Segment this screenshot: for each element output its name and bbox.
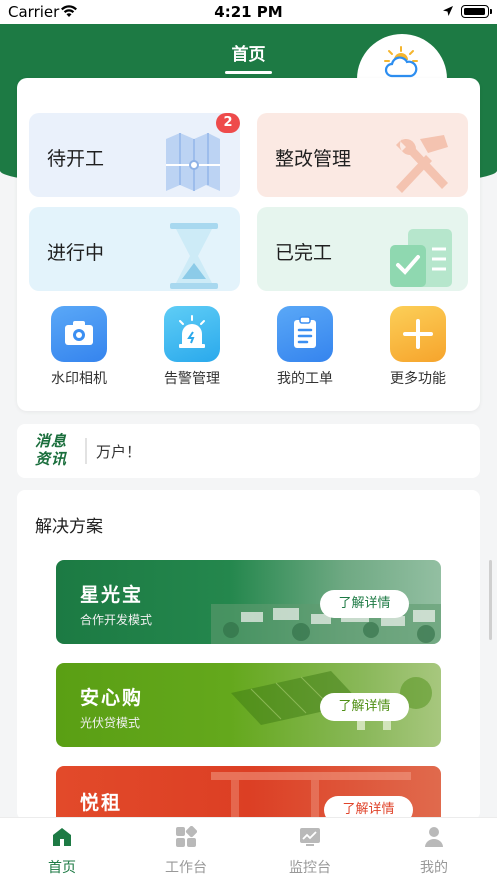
banner-title: 安心购: [80, 687, 144, 709]
scroll-indicator[interactable]: [489, 560, 492, 640]
quick-action-my-work-orders[interactable]: 我的工单: [255, 306, 355, 388]
divider: [85, 438, 87, 464]
pending-count-badge: 2: [216, 113, 240, 133]
news-bar[interactable]: 消息 资讯 万户！: [17, 424, 480, 478]
tab-monitor[interactable]: 监控台: [248, 818, 372, 883]
wrench-hammer-icon: [396, 135, 448, 193]
dashboard-card: 待开工 2 整改管理 进行中 已完工 水印相机 告警管理 我的工单 更多功能: [17, 78, 480, 411]
user-icon: [425, 827, 443, 847]
tab-label: 工作台: [165, 860, 207, 876]
camera-icon: [51, 306, 107, 362]
quick-action-label: 我的工单: [277, 371, 333, 387]
quick-action-label: 水印相机: [51, 371, 107, 387]
tile-completed[interactable]: 已完工: [257, 207, 468, 291]
blueprint-icon: [166, 133, 220, 191]
tab-mine[interactable]: 我的: [372, 818, 496, 883]
tile-rectification[interactable]: 整改管理: [257, 113, 468, 197]
section-title: 解决方案: [35, 517, 103, 537]
apps-icon: [176, 826, 197, 847]
quick-action-label: 告警管理: [164, 371, 220, 387]
title-underline: [225, 71, 272, 74]
tab-label: 首页: [48, 860, 76, 876]
tab-label: 我的: [420, 860, 448, 876]
solution-banner-xingguangbao[interactable]: 星光宝 合作开发模式 了解详情: [56, 560, 441, 644]
tab-bar: 首页 工作台 监控台 我的: [0, 817, 497, 883]
hourglass-icon: [170, 223, 218, 289]
location-arrow-icon: [443, 6, 453, 16]
tile-pending-start[interactable]: 待开工 2: [29, 113, 240, 197]
tab-label: 监控台: [289, 860, 331, 876]
tile-label: 进行中: [47, 242, 105, 264]
battery-icon: [461, 5, 492, 18]
plus-icon: [390, 306, 446, 362]
tile-label: 已完工: [275, 242, 333, 264]
news-logo: 消息 资讯: [35, 432, 77, 468]
learn-more-button[interactable]: 了解详情: [320, 590, 409, 618]
quick-action-label: 更多功能: [390, 371, 446, 387]
learn-more-button[interactable]: 了解详情: [320, 693, 409, 721]
tab-home[interactable]: 首页: [0, 818, 124, 883]
solution-banner-yuezu[interactable]: 悦租 了解详情: [56, 766, 441, 820]
banner-title: 星光宝: [80, 584, 144, 606]
banner-title: 悦租: [80, 792, 123, 814]
tile-in-progress[interactable]: 进行中: [29, 207, 240, 291]
clipboard-icon: [277, 306, 333, 362]
news-logo-line1: 消息: [35, 432, 68, 450]
banner-subtitle: 合作开发模式: [80, 613, 153, 627]
home-icon: [53, 828, 71, 846]
monitor-chart-icon: [300, 828, 320, 846]
alarm-icon: [164, 306, 220, 362]
quick-action-watermark-camera[interactable]: 水印相机: [29, 306, 129, 388]
status-bar: Carrier 4:21 PM: [0, 0, 497, 24]
tile-label: 整改管理: [275, 148, 352, 170]
banner-subtitle: 光伏贷模式: [80, 716, 141, 730]
quick-action-alarm-management[interactable]: 告警管理: [142, 306, 242, 388]
solutions-section: 解决方案 星光宝 合作开发模式 了解详情 安心购 光伏贷模式 了解详情 悦租 了…: [17, 490, 480, 820]
tile-label: 待开工: [47, 148, 105, 170]
cloud-sun-icon: [384, 46, 418, 78]
clock: 4:21 PM: [214, 3, 283, 21]
solution-banner-anxingou[interactable]: 安心购 光伏贷模式 了解详情: [56, 663, 441, 747]
news-logo-line2: 资讯: [35, 450, 68, 468]
checklist-icon: [390, 229, 452, 287]
quick-action-more-features[interactable]: 更多功能: [368, 306, 468, 388]
tab-workbench[interactable]: 工作台: [124, 818, 248, 883]
news-text[interactable]: 万户！: [96, 441, 141, 462]
